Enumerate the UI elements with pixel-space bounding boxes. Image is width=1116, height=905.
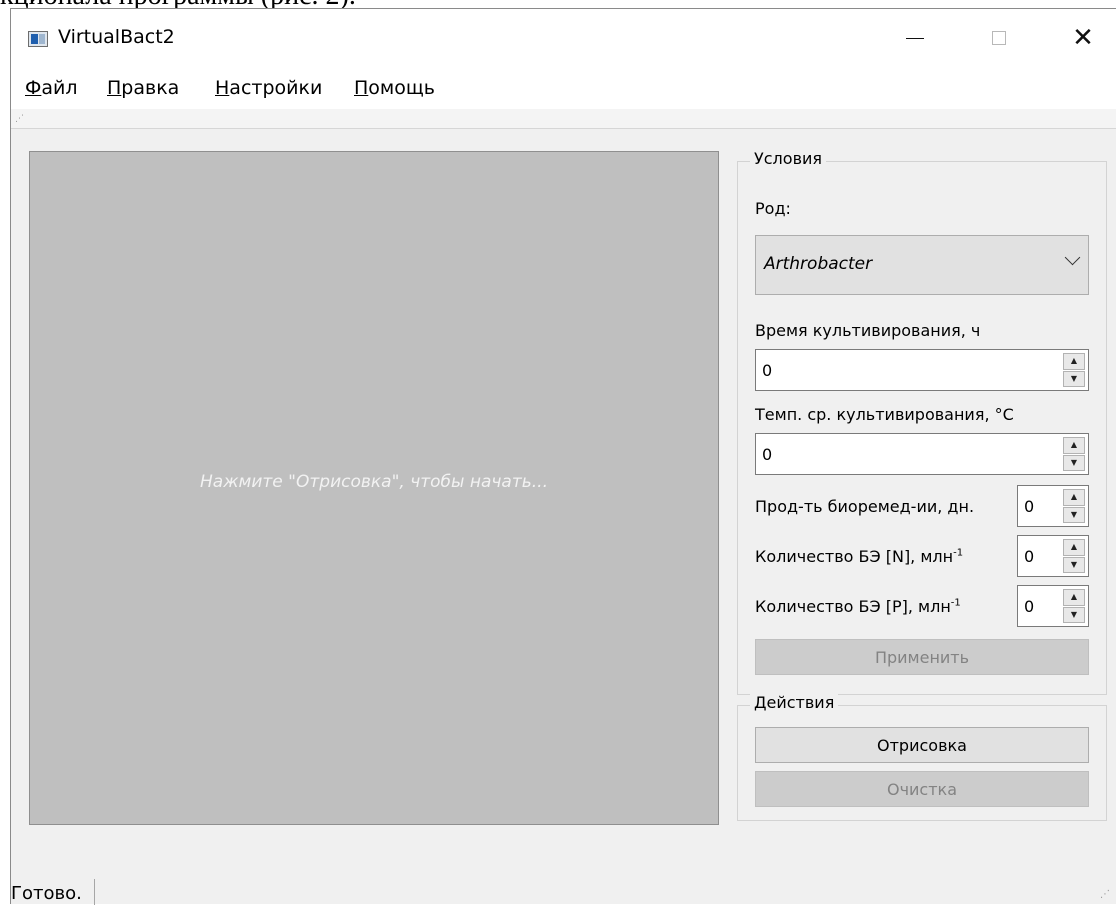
bioremediation-label: Прод-ть биоремед-ии, дн.: [755, 497, 975, 516]
maximize-button[interactable]: [967, 9, 1031, 67]
spin-down-icon[interactable]: ▼: [1063, 606, 1085, 623]
menu-edit-label: равка: [121, 77, 180, 99]
be-p-stepper: ▲ ▼: [1063, 589, 1085, 623]
be-n-stepper: ▲ ▼: [1063, 539, 1085, 573]
be-p-label: Количество БЭ [P], млн-1: [755, 597, 961, 616]
menu-edit-accelerator: П: [107, 77, 122, 99]
window-title: VirtualBact2: [58, 26, 175, 48]
app-window: VirtualBact2 ✕ Файл Правка Настройки Пом…: [10, 8, 1116, 905]
bioremediation-spinbox[interactable]: ▲ ▼: [1017, 485, 1089, 527]
be-p-label-exponent: -1: [950, 597, 961, 609]
genus-label: Род:: [755, 199, 791, 218]
cultivation-time-spinbox[interactable]: ▲ ▼: [755, 349, 1089, 391]
close-icon: ✕: [1072, 23, 1094, 53]
spin-up-icon[interactable]: ▲: [1063, 353, 1085, 370]
cultivation-temp-stepper: ▲ ▼: [1063, 437, 1085, 471]
minimize-button[interactable]: [883, 9, 947, 67]
drawing-canvas[interactable]: Нажмите "Отрисовка", чтобы начать...: [29, 151, 719, 825]
menu-settings-label: астройки: [229, 77, 323, 99]
clear-button[interactable]: Очистка: [755, 771, 1089, 807]
actions-group-title: Действия: [750, 693, 839, 712]
apply-button[interactable]: Применить: [755, 639, 1089, 675]
spin-down-icon[interactable]: ▼: [1063, 556, 1085, 573]
maximize-icon: [992, 31, 1006, 45]
menu-file-label: айл: [41, 77, 78, 99]
spin-up-icon[interactable]: ▲: [1063, 489, 1085, 506]
cultivation-temp-spinbox[interactable]: ▲ ▼: [755, 433, 1089, 475]
menu-edit[interactable]: Правка: [107, 77, 179, 99]
cultivation-temp-label: Темп. ср. культивирования, °С: [755, 405, 1014, 424]
minimize-icon: [906, 37, 924, 39]
spin-down-icon[interactable]: ▼: [1063, 454, 1085, 471]
cultivation-temp-input[interactable]: [756, 434, 1056, 474]
title-bar[interactable]: VirtualBact2 ✕: [11, 9, 1116, 67]
toolbar-grip-icon[interactable]: ⋰: [15, 115, 24, 124]
spin-down-icon[interactable]: ▼: [1063, 370, 1085, 387]
be-n-input[interactable]: [1018, 536, 1062, 576]
resize-grip-icon[interactable]: ⋰: [1100, 890, 1110, 900]
bioremediation-stepper: ▲ ▼: [1063, 489, 1085, 523]
genus-combobox[interactable]: Arthrobacter: [755, 235, 1089, 295]
cultivation-time-stepper: ▲ ▼: [1063, 353, 1085, 387]
be-n-spinbox[interactable]: ▲ ▼: [1017, 535, 1089, 577]
draw-button[interactable]: Отрисовка: [755, 727, 1089, 763]
genus-value: Arthrobacter: [764, 254, 873, 274]
menu-help[interactable]: Помощь: [354, 77, 435, 99]
spin-up-icon[interactable]: ▲: [1063, 589, 1085, 606]
status-separator: [94, 879, 95, 905]
menu-help-accelerator: П: [354, 77, 369, 99]
toolbar-strip: ⋰: [11, 109, 1116, 129]
bioremediation-input[interactable]: [1018, 486, 1062, 526]
spin-up-icon[interactable]: ▲: [1063, 539, 1085, 556]
be-p-spinbox[interactable]: ▲ ▼: [1017, 585, 1089, 627]
spin-down-icon[interactable]: ▼: [1063, 506, 1085, 523]
be-p-label-text: Количество БЭ [P], млн: [755, 597, 951, 616]
menu-bar: Файл Правка Настройки Помощь: [11, 67, 1116, 109]
cultivation-time-input[interactable]: [756, 350, 1056, 390]
conditions-group-title: Условия: [750, 149, 827, 168]
be-n-label: Количество БЭ [N], млн-1: [755, 547, 963, 566]
close-button[interactable]: ✕: [1051, 9, 1115, 67]
menu-file[interactable]: Файл: [25, 77, 78, 99]
app-icon: [28, 31, 48, 47]
be-n-label-text: Количество БЭ [N], млн: [755, 547, 954, 566]
canvas-hint: Нажмите "Отрисовка", чтобы начать...: [200, 472, 548, 492]
chevron-down-icon: [1064, 249, 1081, 266]
menu-help-label: омощь: [368, 77, 435, 99]
be-n-label-exponent: -1: [953, 547, 964, 559]
menu-file-accelerator: Ф: [25, 77, 42, 99]
status-text: Готово.: [11, 883, 82, 904]
menu-settings-accelerator: Н: [215, 77, 230, 99]
spin-up-icon[interactable]: ▲: [1063, 437, 1085, 454]
be-p-input[interactable]: [1018, 586, 1062, 626]
cultivation-time-label: Время культивирования, ч: [755, 321, 981, 340]
menu-settings[interactable]: Настройки: [215, 77, 322, 99]
